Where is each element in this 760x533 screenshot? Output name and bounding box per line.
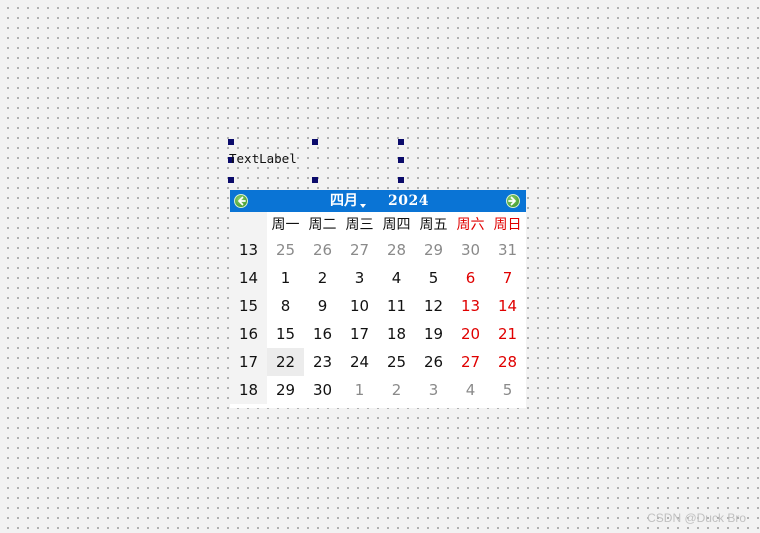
week-row: 16 15 16 17 18 19 20 21 bbox=[230, 320, 526, 348]
weekday-header: 周五 bbox=[419, 217, 448, 233]
month-label: 四月 bbox=[330, 193, 358, 209]
day-cell[interactable]: 26 bbox=[415, 348, 452, 376]
week-number: 15 bbox=[230, 292, 267, 320]
arrow-right-circle-icon bbox=[508, 196, 516, 206]
day-cell[interactable]: 27 bbox=[452, 348, 489, 376]
day-cell[interactable]: 13 bbox=[452, 292, 489, 320]
arrow-left-circle-icon bbox=[238, 196, 246, 206]
day-cell[interactable]: 19 bbox=[415, 320, 452, 348]
day-cell[interactable]: 27 bbox=[341, 236, 378, 264]
resize-handle-bottom[interactable] bbox=[312, 177, 318, 183]
day-cell[interactable]: 30 bbox=[452, 236, 489, 264]
day-cell[interactable]: 8 bbox=[267, 292, 304, 320]
day-cell[interactable]: 1 bbox=[267, 264, 304, 292]
resize-handle-bottom-left[interactable] bbox=[228, 177, 234, 183]
day-cell[interactable]: 2 bbox=[304, 264, 341, 292]
prev-month-button[interactable] bbox=[234, 194, 248, 208]
day-cell[interactable]: 10 bbox=[341, 292, 378, 320]
day-cell[interactable]: 29 bbox=[415, 236, 452, 264]
day-cell[interactable]: 2 bbox=[378, 376, 415, 404]
day-cell[interactable]: 5 bbox=[415, 264, 452, 292]
week-row: 17 22 23 24 25 26 27 28 bbox=[230, 348, 526, 376]
week-row: 18 29 30 1 2 3 4 5 bbox=[230, 376, 526, 404]
weekday-header: 周二 bbox=[308, 217, 337, 233]
week-number: 13 bbox=[230, 236, 267, 264]
resize-handle-top-right[interactable] bbox=[398, 139, 404, 145]
calendar-navigation-bar: 四月 2024 bbox=[230, 190, 526, 212]
week-number: 16 bbox=[230, 320, 267, 348]
day-cell[interactable]: 24 bbox=[341, 348, 378, 376]
weekday-header: 周一 bbox=[271, 217, 300, 233]
day-cell[interactable]: 15 bbox=[267, 320, 304, 348]
day-cell[interactable]: 16 bbox=[304, 320, 341, 348]
calendar-widget: 四月 2024 周一 周二 周三 周四 周五 周六 周日 13 25 26 27 28 29 30 31 14… bbox=[230, 190, 526, 408]
day-cell[interactable]: 26 bbox=[304, 236, 341, 264]
day-cell[interactable]: 12 bbox=[415, 292, 452, 320]
resize-handle-top-left[interactable] bbox=[228, 139, 234, 145]
day-cell[interactable]: 25 bbox=[267, 236, 304, 264]
week-row: 15 8 9 10 11 12 13 14 bbox=[230, 292, 526, 320]
year-button[interactable]: 2024 bbox=[388, 192, 429, 210]
resize-handle-bottom-right[interactable] bbox=[398, 177, 404, 183]
day-cell[interactable]: 4 bbox=[452, 376, 489, 404]
day-cell[interactable]: 20 bbox=[452, 320, 489, 348]
day-cell[interactable]: 3 bbox=[415, 376, 452, 404]
day-cell[interactable]: 6 bbox=[452, 264, 489, 292]
day-cell[interactable]: 23 bbox=[304, 348, 341, 376]
day-cell[interactable]: 14 bbox=[489, 292, 526, 320]
text-label[interactable]: TextLabel bbox=[229, 151, 297, 166]
day-cell[interactable]: 30 bbox=[304, 376, 341, 404]
resize-handle-right[interactable] bbox=[398, 157, 404, 163]
weekday-header: 周日 bbox=[493, 217, 522, 233]
caret-down-icon bbox=[360, 204, 366, 208]
resize-handle-top[interactable] bbox=[312, 139, 318, 145]
day-cell[interactable]: 31 bbox=[489, 236, 526, 264]
week-number-header bbox=[230, 212, 267, 236]
day-cell[interactable]: 25 bbox=[378, 348, 415, 376]
day-cell[interactable]: 9 bbox=[304, 292, 341, 320]
day-cell[interactable]: 5 bbox=[489, 376, 526, 404]
next-month-button[interactable] bbox=[506, 194, 520, 208]
day-cell[interactable]: 28 bbox=[378, 236, 415, 264]
weekday-header: 周四 bbox=[382, 217, 411, 233]
day-cell[interactable]: 21 bbox=[489, 320, 526, 348]
day-cell[interactable]: 1 bbox=[341, 376, 378, 404]
month-dropdown-button[interactable]: 四月 bbox=[330, 192, 366, 210]
day-cell[interactable]: 18 bbox=[378, 320, 415, 348]
week-row: 14 1 2 3 4 5 6 7 bbox=[230, 264, 526, 292]
day-cell[interactable]: 7 bbox=[489, 264, 526, 292]
week-row: 13 25 26 27 28 29 30 31 bbox=[230, 236, 526, 264]
week-number: 18 bbox=[230, 376, 267, 404]
watermark: CSDN @Duck Bro bbox=[647, 511, 746, 525]
weekday-header: 周六 bbox=[456, 217, 485, 233]
day-cell[interactable]: 11 bbox=[378, 292, 415, 320]
weekday-header: 周三 bbox=[345, 217, 374, 233]
calendar-grid: 周一 周二 周三 周四 周五 周六 周日 13 25 26 27 28 29 30 31 14 1 2 3 4 5 6 7 1… bbox=[230, 212, 526, 404]
week-number: 14 bbox=[230, 264, 267, 292]
day-cell[interactable]: 4 bbox=[378, 264, 415, 292]
week-number: 17 bbox=[230, 348, 267, 376]
day-cell[interactable]: 3 bbox=[341, 264, 378, 292]
day-cell[interactable]: 17 bbox=[341, 320, 378, 348]
day-cell[interactable]: 28 bbox=[489, 348, 526, 376]
weekday-header-row: 周一 周二 周三 周四 周五 周六 周日 bbox=[230, 212, 526, 236]
day-cell[interactable]: 29 bbox=[267, 376, 304, 404]
selected-day-cell[interactable]: 22 bbox=[267, 348, 304, 376]
